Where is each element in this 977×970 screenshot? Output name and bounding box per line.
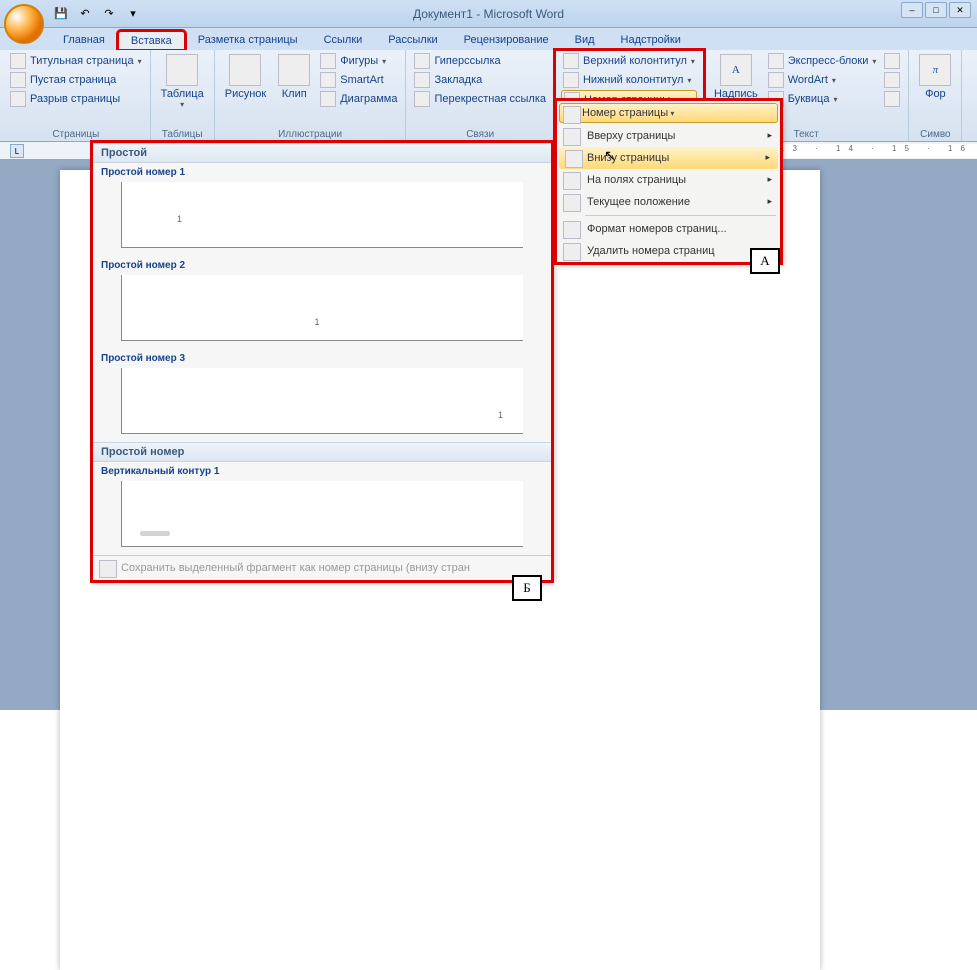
maximize-button[interactable]: □ [925,2,947,18]
object-icon [884,91,900,107]
page-break-icon [10,91,26,107]
ruler-tab-selector[interactable]: L [10,144,24,158]
quick-access-toolbar: 💾 ↶ ↷ ▾ [50,4,144,24]
smartart-button[interactable]: SmartArt [318,71,399,89]
group-symbols: πФор Симво [909,50,962,141]
signature-button[interactable] [882,52,902,70]
gallery-item-label: Вертикальный контур 1 [93,462,551,479]
shapes-button[interactable]: Фигуры [318,52,399,70]
window-title: Документ1 - Microsoft Word [413,7,564,21]
footer-button[interactable]: Нижний колонтитул [561,71,697,89]
tab-home[interactable]: Главная [50,30,118,50]
chart-icon [320,91,336,107]
menu-item[interactable]: Удалить номера страниц [557,240,780,262]
group-links: Гиперссылка Закладка Перекрестная ссылка… [406,50,555,141]
gallery-item-label: Простой номер 3 [93,349,551,366]
gallery-item-label: Простой номер 2 [93,256,551,273]
page-number-menu: Номер страницы Вверху страницыВнизу стра… [556,100,781,263]
header-icon [563,53,579,69]
blank-page-button[interactable]: Пустая страница [8,71,144,89]
office-button[interactable] [4,4,44,44]
formula-button[interactable]: πФор [915,52,955,128]
group-pages: Титульная страница Пустая страница Разры… [2,50,151,141]
tab-addins[interactable]: Надстройки [608,30,694,50]
gallery-section-simple2: Простой номер [93,442,551,462]
menu-item[interactable]: На полях страницы [557,169,780,191]
object-button[interactable] [882,90,902,108]
shapes-icon [320,53,336,69]
crossref-icon [414,91,430,107]
menu-item[interactable]: Вверху страницы [557,125,780,147]
gallery-item-label: Простой номер 1 [93,163,551,180]
gallery-preview[interactable]: 1 [121,275,523,341]
page-break-button[interactable]: Разрыв страницы [8,90,144,108]
qat-dropdown-icon[interactable]: ▾ [122,4,144,24]
header-button[interactable]: Верхний колонтитул [561,52,697,70]
menu-header[interactable]: Номер страницы [559,103,778,123]
footer-icon [563,72,579,88]
title-page-icon [10,53,26,69]
gallery-preview-vertical[interactable] [121,481,523,547]
ribbon-tabs: Главная Вставка Разметка страницы Ссылки… [0,28,977,50]
textbox-icon: A [720,54,752,86]
bookmark-icon [414,72,430,88]
callout-a: А [750,248,780,274]
gallery-save-selection[interactable]: Сохранить выделенный фрагмент как номер … [93,555,551,580]
quickparts-icon [768,53,784,69]
wordart-icon [768,72,784,88]
tab-review[interactable]: Рецензирование [451,30,562,50]
title-bar: 💾 ↶ ↷ ▾ Документ1 - Microsoft Word – □ ✕ [0,0,977,28]
wordart-button[interactable]: WordArt [766,71,879,89]
bookmark-button[interactable]: Закладка [412,71,548,89]
datetime-button[interactable] [882,71,902,89]
quickparts-button[interactable]: Экспресс-блоки [766,52,879,70]
page-number-gallery: Простой Простой номер 1 1 Простой номер 2 1… [92,142,552,581]
close-button[interactable]: ✕ [949,2,971,18]
hyperlink-button[interactable]: Гиперссылка [412,52,548,70]
tab-view[interactable]: Вид [562,30,608,50]
save-icon[interactable]: 💾 [50,4,72,24]
callout-b: Б [512,575,542,601]
smartart-icon [320,72,336,88]
datetime-icon [884,72,900,88]
tab-insert[interactable]: Вставка [118,31,185,50]
gallery-section-simple: Простой [93,143,551,163]
group-illustrations: Рисунок Клип Фигуры SmartArt Диаграмма И… [215,50,407,141]
tab-mailings[interactable]: Рассылки [375,30,450,50]
group-tables: Таблица Таблицы [151,50,215,141]
menu-item[interactable]: Текущее положение [557,191,780,213]
menu-item[interactable]: Внизу страницы [559,147,778,169]
blank-page-icon [10,72,26,88]
ribbon: Титульная страница Пустая страница Разры… [0,50,977,142]
title-page-button[interactable]: Титульная страница [8,52,144,70]
signature-icon [884,53,900,69]
tab-layout[interactable]: Разметка страницы [185,30,311,50]
table-button[interactable]: Таблица [157,52,208,128]
table-icon [166,54,198,86]
gallery-preview[interactable]: 1 [121,368,523,434]
redo-icon[interactable]: ↷ [98,4,120,24]
tab-references[interactable]: Ссылки [311,30,376,50]
dropcap-button[interactable]: Буквица [766,90,879,108]
undo-icon[interactable]: ↶ [74,4,96,24]
hyperlink-icon [414,53,430,69]
clip-icon [278,54,310,86]
clip-button[interactable]: Клип [274,52,314,128]
minimize-button[interactable]: – [901,2,923,18]
gallery-preview[interactable]: 1 [121,182,523,248]
picture-icon [229,54,261,86]
menu-item[interactable]: Формат номеров страниц... [557,218,780,240]
crossref-button[interactable]: Перекрестная ссылка [412,90,548,108]
chart-button[interactable]: Диаграмма [318,90,399,108]
formula-icon: π [919,54,951,86]
picture-button[interactable]: Рисунок [221,52,271,128]
